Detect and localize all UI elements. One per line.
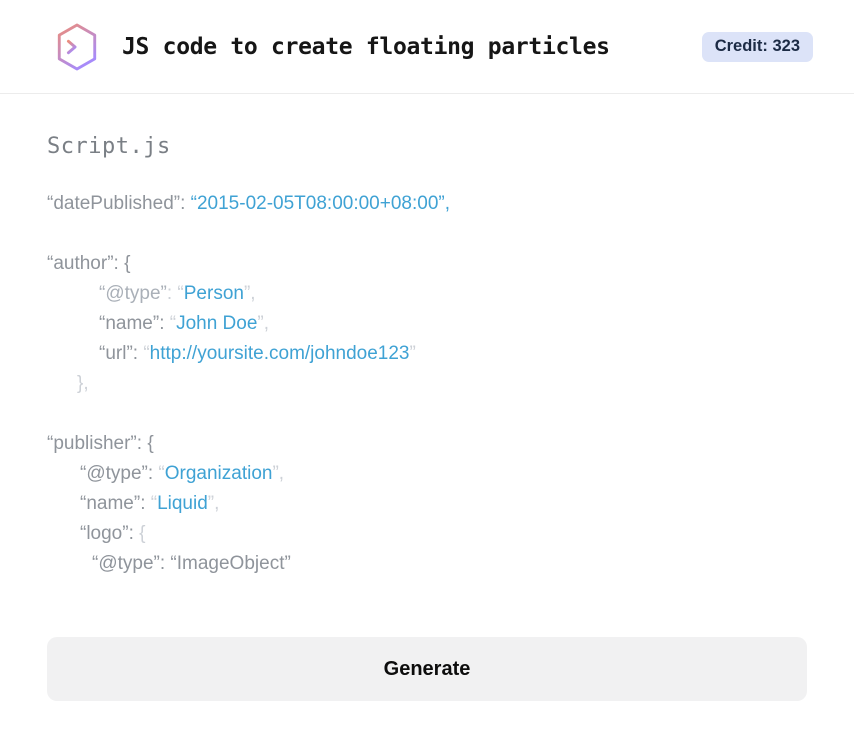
code-line: “logo”: {	[47, 519, 807, 549]
code-token: ”	[409, 343, 416, 364]
page-title: JS code to create floating particles	[122, 33, 610, 60]
code-token: },	[77, 373, 89, 394]
code-line: “publisher”: {	[47, 429, 807, 459]
code-token: :	[159, 553, 171, 574]
code-token: ”,	[207, 493, 220, 514]
code-token: : {	[113, 253, 131, 274]
app-window: JS code to create floating particles Cre…	[0, 0, 854, 701]
code-token: “@type”	[99, 283, 167, 304]
code-line: “name”: “Liquid”,	[47, 489, 807, 519]
code-token: ”,	[272, 463, 285, 484]
code-token: “datePublished”	[47, 193, 181, 214]
generate-button[interactable]: Generate	[47, 637, 807, 701]
code-token: “name”	[80, 493, 141, 514]
code-token: “author”	[47, 253, 114, 274]
code-token: “logo”	[80, 523, 129, 544]
header: JS code to create floating particles Cre…	[0, 0, 854, 94]
code-token: ”,	[257, 313, 270, 334]
code-block: “datePublished”: “2015-02-05T08:00:00+08…	[47, 189, 807, 579]
code-token: Organization	[164, 463, 273, 484]
code-token: :	[147, 463, 159, 484]
code-token: “publisher”	[47, 433, 137, 454]
code-line: “@type”: “ImageObject”	[47, 549, 807, 579]
code-token: “name”	[99, 313, 160, 334]
code-line: “datePublished”: “2015-02-05T08:00:00+08…	[47, 189, 807, 219]
code-token: :	[140, 493, 151, 514]
code-token: :	[132, 343, 144, 364]
code-token: :	[180, 193, 191, 214]
code-token: : {	[136, 433, 154, 454]
main-content: Script.js “datePublished”: “2015-02-05T0…	[0, 134, 854, 701]
code-token: :	[159, 313, 170, 334]
code-token: John Doe	[176, 313, 258, 334]
code-line: “@type”: “Organization”,	[47, 459, 807, 489]
file-title: Script.js	[47, 134, 171, 159]
code-token: ”,	[243, 283, 256, 304]
code-token: Liquid	[157, 493, 208, 514]
code-line: },	[47, 369, 807, 399]
code-line: “author”: {	[47, 249, 807, 279]
code-token: Person	[183, 283, 244, 304]
code-token: “ImageObject”	[170, 553, 291, 574]
code-line: “@type”: “Person”,	[47, 279, 807, 309]
code-line: “name”: “John Doe”,	[47, 309, 807, 339]
credit-badge: Credit: 323	[701, 31, 813, 62]
terminal-hexagon-icon	[54, 21, 100, 73]
code-token: http://yoursite.com/johndoe123	[149, 343, 410, 364]
code-token: “url”	[99, 343, 133, 364]
code-token: “@type”	[92, 553, 160, 574]
code-token: :	[128, 523, 140, 544]
code-line: “url”: “http://yoursite.com/johndoe123”	[47, 339, 807, 369]
code-token: :	[166, 283, 178, 304]
code-token: “@type”	[80, 463, 148, 484]
code-token: “2015-02-05T08:00:00+08:00”,	[190, 193, 450, 214]
code-token: {	[139, 523, 146, 544]
